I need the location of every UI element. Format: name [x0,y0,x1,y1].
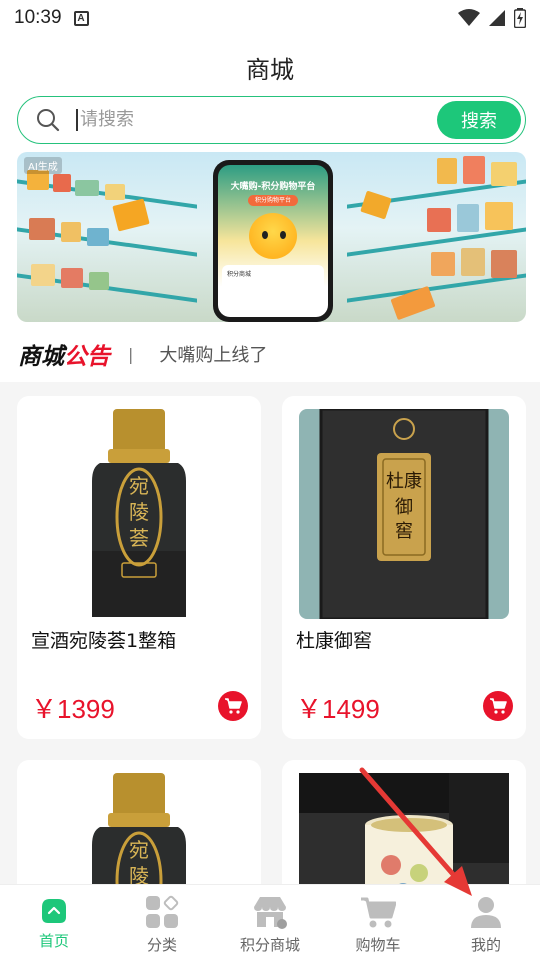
phone-illustration: 大嘴购-积分购物平台 积分购物平台 积分商城 [213,160,333,322]
phone-card-label: 积分商城 [227,271,252,278]
product-box [427,208,451,232]
nav-category[interactable]: 分类 [108,885,216,960]
signal-icon [489,10,505,26]
product-box [61,268,83,288]
product-box [53,174,71,192]
nav-label: 积分商城 [239,936,300,954]
search-icon [37,109,60,132]
status-time: 10:39 [14,7,62,28]
notice-title-red: 公告 [64,344,110,370]
status-bar: 10:39 A [0,0,540,36]
product-image: 杜康 御 窖 [299,407,509,621]
profile-icon [471,897,501,928]
search-button[interactable]: 搜索 [437,101,521,139]
notice-separator: | [128,344,134,364]
product-box [31,264,55,286]
nav-points-store[interactable]: 积分商城 [216,885,324,960]
bottom-navigation: 首页 分类 积分商城 购物车 我的 [0,884,540,960]
product-name: 杜康御窖 [296,630,373,652]
product-name: 宣酒宛陵荟1整箱 [31,630,177,652]
page-title: 商城 [246,56,294,84]
product-box [29,218,55,240]
phone-title: 大嘴购-积分购物平台 [230,182,316,192]
bottle-label-text: 宛 [129,474,149,498]
product-box [89,272,109,290]
add-to-cart-button[interactable] [218,691,248,721]
mascot-chick [249,213,297,259]
search-input[interactable]: 请搜索 [76,109,134,131]
svg-text:御: 御 [395,497,413,518]
product-box [491,162,517,186]
product-box [485,202,513,230]
product-box [87,228,109,246]
nav-label: 我的 [470,936,501,954]
nav-cart[interactable]: 购物车 [324,885,432,960]
promo-banner[interactable]: AI生成 大嘴购-积分购物平台 积分购物平台 积分商城 [17,152,526,322]
mall-notice[interactable]: 商城 公告 | 大嘴购上线了 [18,334,528,374]
liquor-bottle-image: 宛 陵 荟 [92,409,186,617]
product-box [491,250,517,278]
product-box [437,158,457,184]
battery-icon [514,8,526,28]
product-box [461,248,485,276]
cart-icon [361,897,396,928]
liquor-box-image: 杜康 御 窖 [319,407,489,621]
notice-message: 大嘴购上线了 [159,345,268,366]
product-box [457,204,479,232]
add-to-cart-button[interactable] [483,691,513,721]
svg-text:荟: 荟 [129,526,149,550]
nav-label: 分类 [146,936,177,954]
phone-pill: 积分购物平台 [248,195,298,206]
nav-home[interactable]: 首页 [0,885,108,960]
product-card[interactable]: 杜康 御 窖 杜康御窖 ￥1499 [282,396,526,739]
product-price: ￥1399 [31,694,115,724]
flying-box [112,198,150,232]
product-box [61,222,81,242]
search-bar[interactable]: 请搜索 搜索 [17,96,526,144]
ai-generated-tag: AI生成 [24,157,62,174]
product-box [75,180,99,196]
category-icon [146,895,179,928]
nav-profile[interactable]: 我的 [432,885,540,960]
bottle-label-text: 宛 [129,838,149,862]
svg-text:窖: 窖 [395,521,413,542]
nav-label: 购物车 [355,936,401,954]
cart-icon [490,698,507,714]
store-icon [254,897,287,929]
product-box [105,184,125,200]
notice-title-black: 商城 [18,344,64,370]
product-box [463,156,485,184]
home-icon [42,899,66,923]
notification-a-icon: A [73,10,89,26]
product-image: 宛 陵 荟 [34,409,244,619]
cart-icon [225,698,242,714]
svg-text:陵: 陵 [129,500,149,524]
box-label-text: 杜康 [386,471,422,492]
product-box [431,252,455,276]
wifi-icon [458,9,480,26]
product-card[interactable]: 宛 陵 荟 宣酒宛陵荟1整箱 ￥1399 [17,396,261,739]
phone-card: 积分商城 [222,265,324,311]
flying-box [360,190,392,220]
nav-label: 首页 [38,932,69,950]
product-price: ￥1499 [296,694,380,724]
mascot-eye [262,231,268,239]
mascot-eye [280,231,286,239]
